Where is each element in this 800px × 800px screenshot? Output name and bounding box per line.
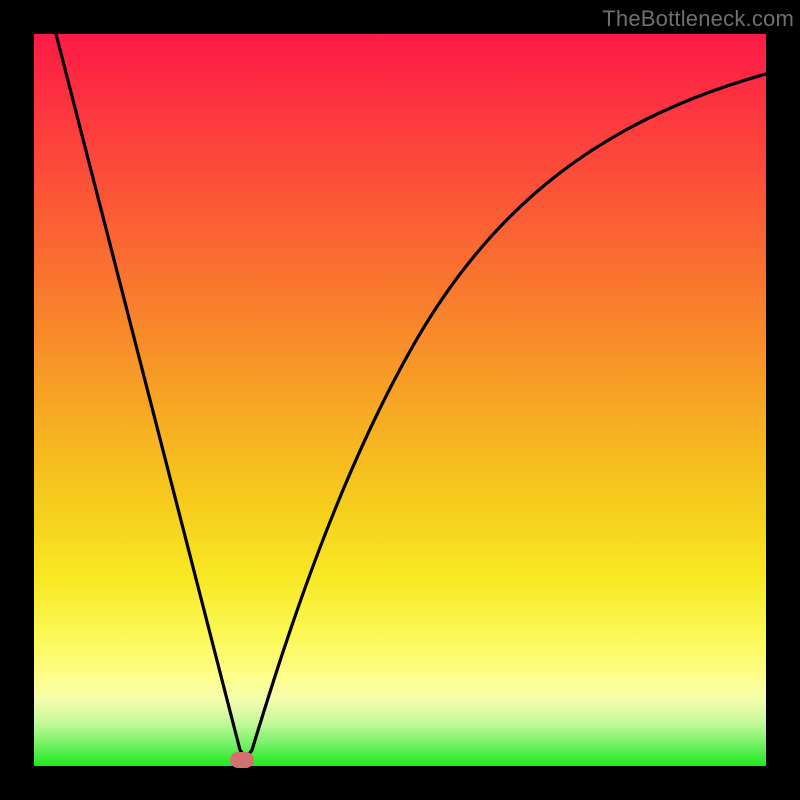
chart-frame: TheBottleneck.com (0, 0, 800, 800)
min-point-marker (230, 752, 254, 768)
attribution-text: TheBottleneck.com (602, 6, 794, 32)
plot-area (34, 34, 766, 766)
bottleneck-curve (34, 34, 766, 766)
